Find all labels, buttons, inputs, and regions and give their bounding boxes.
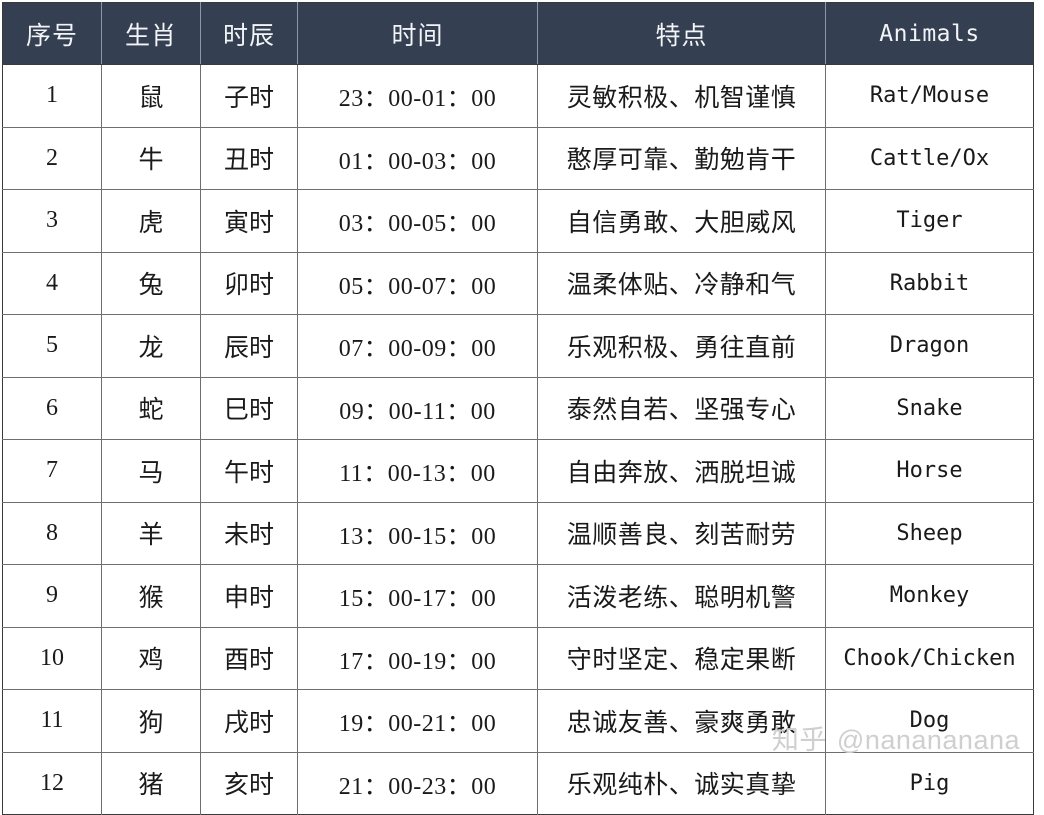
cell-traits: 自由奔放、洒脱坦诚 <box>537 439 826 503</box>
cell-zodiac: 狗 <box>101 689 201 753</box>
cell-time: 01：00-03：00 <box>297 127 538 190</box>
cell-index: 2 <box>2 127 102 190</box>
cell-index: 6 <box>2 377 102 440</box>
cell-index: 1 <box>2 64 102 128</box>
cell-animal: Tiger <box>825 189 1034 253</box>
cell-shichen: 寅时 <box>200 189 298 253</box>
cell-traits: 乐观积极、勇往直前 <box>537 314 826 378</box>
cell-traits: 活泼老练、聪明机警 <box>537 564 826 628</box>
cell-index: 4 <box>2 252 102 315</box>
column-header-animals: Animals <box>825 2 1034 65</box>
table-row: 12 猪亥时 21：00-23：00 乐观纯朴、诚实真挚 Pig <box>2 752 1034 815</box>
cell-animal: Snake <box>825 377 1034 440</box>
cell-time: 11：00-13：00 <box>297 439 538 503</box>
cell-zodiac: 龙 <box>101 314 201 378</box>
cell-time: 05：00-07：00 <box>297 252 538 315</box>
cell-animal: Pig <box>825 752 1034 815</box>
cell-traits: 憨厚可靠、勤勉肯干 <box>537 127 826 190</box>
cell-zodiac: 鸡 <box>101 627 201 690</box>
table-row: 7 马午时 11：00-13：00 自由奔放、洒脱坦诚 Horse <box>2 439 1034 503</box>
table-row: 9 猴申时 15：00-17：00 活泼老练、聪明机警 Monkey <box>2 564 1034 628</box>
cell-index: 9 <box>2 564 102 628</box>
cell-shichen: 戌时 <box>200 689 298 753</box>
cell-zodiac: 羊 <box>101 502 201 565</box>
cell-index: 7 <box>2 439 102 503</box>
cell-zodiac: 鼠 <box>101 64 201 128</box>
cell-time: 13：00-15：00 <box>297 502 538 565</box>
cell-traits: 泰然自若、坚强专心 <box>537 377 826 440</box>
table-row: 2 牛丑时 01：00-03：00 憨厚可靠、勤勉肯干 Cattle/Ox <box>2 127 1034 190</box>
table-row: 5 龙辰时 07：00-09：00 乐观积极、勇往直前 Dragon <box>2 314 1034 378</box>
cell-animal: Chook/Chicken <box>825 627 1034 690</box>
cell-animal: Dragon <box>825 314 1034 378</box>
cell-time: 23：00-01：00 <box>297 64 538 128</box>
cell-index: 3 <box>2 189 102 253</box>
column-header-zodiac: 生肖 <box>101 2 201 65</box>
cell-animal: Dog <box>825 689 1034 753</box>
cell-animal: Monkey <box>825 564 1034 628</box>
column-header-traits: 特点 <box>537 2 826 65</box>
cell-shichen: 酉时 <box>200 627 298 690</box>
cell-shichen: 巳时 <box>200 377 298 440</box>
cell-time: 19：00-21：00 <box>297 689 538 753</box>
table-row: 6 蛇巳时 09：00-11：00 泰然自若、坚强专心 Snake <box>2 377 1034 440</box>
cell-time: 09：00-11：00 <box>297 377 538 440</box>
cell-animal: Cattle/Ox <box>825 127 1034 190</box>
cell-shichen: 亥时 <box>200 752 298 815</box>
table-body: 1 鼠子时 23：00-01：00 灵敏积极、机智谨慎 Rat/Mouse 2 牛丑时 01：… <box>2 64 1034 815</box>
column-header-time: 时间 <box>297 2 538 65</box>
column-header-index: 序号 <box>2 2 102 65</box>
cell-animal: Sheep <box>825 502 1034 565</box>
cell-traits: 乐观纯朴、诚实真挚 <box>537 752 826 815</box>
zodiac-table-container: 序号 生肖 时辰 时间 特点 Animals 1 鼠子时 23：00-01：00 灵敏… <box>2 2 1034 815</box>
table-row: 1 鼠子时 23：00-01：00 灵敏积极、机智谨慎 Rat/Mouse <box>2 64 1034 128</box>
cell-shichen: 午时 <box>200 439 298 503</box>
cell-zodiac: 马 <box>101 439 201 503</box>
cell-zodiac: 猴 <box>101 564 201 628</box>
cell-shichen: 子时 <box>200 64 298 128</box>
cell-zodiac: 牛 <box>101 127 201 190</box>
cell-shichen: 辰时 <box>200 314 298 378</box>
column-header-shichen: 时辰 <box>200 2 298 65</box>
table-row: 4 兔卯时 05：00-07：00 温柔体贴、冷静和气 Rabbit <box>2 252 1034 315</box>
cell-shichen: 未时 <box>200 502 298 565</box>
cell-time: 15：00-17：00 <box>297 564 538 628</box>
table-row: 8 羊未时 13：00-15：00 温顺善良、刻苦耐劳 Sheep <box>2 502 1034 565</box>
cell-traits: 自信勇敢、大胆威风 <box>537 189 826 253</box>
cell-animal: Rabbit <box>825 252 1034 315</box>
cell-traits: 温柔体贴、冷静和气 <box>537 252 826 315</box>
cell-zodiac: 虎 <box>101 189 201 253</box>
cell-index: 11 <box>2 689 102 753</box>
table-header: 序号 生肖 时辰 时间 特点 Animals <box>2 2 1034 65</box>
cell-index: 10 <box>2 627 102 690</box>
table-row: 3 虎寅时 03：00-05：00 自信勇敢、大胆威风 Tiger <box>2 189 1034 253</box>
cell-shichen: 卯时 <box>200 252 298 315</box>
cell-traits: 忠诚友善、豪爽勇敢 <box>537 689 826 753</box>
cell-time: 17：00-19：00 <box>297 627 538 690</box>
cell-traits: 温顺善良、刻苦耐劳 <box>537 502 826 565</box>
cell-zodiac: 兔 <box>101 252 201 315</box>
cell-animal: Rat/Mouse <box>825 64 1034 128</box>
cell-zodiac: 蛇 <box>101 377 201 440</box>
cell-zodiac: 猪 <box>101 752 201 815</box>
cell-index: 12 <box>2 752 102 815</box>
cell-time: 07：00-09：00 <box>297 314 538 378</box>
chinese-zodiac-table: 序号 生肖 时辰 时间 特点 Animals 1 鼠子时 23：00-01：00 灵敏… <box>2 2 1034 815</box>
cell-time: 03：00-05：00 <box>297 189 538 253</box>
cell-shichen: 申时 <box>200 564 298 628</box>
cell-index: 5 <box>2 314 102 378</box>
cell-time: 21：00-23：00 <box>297 752 538 815</box>
cell-animal: Horse <box>825 439 1034 503</box>
cell-traits: 守时坚定、稳定果断 <box>537 627 826 690</box>
header-row: 序号 生肖 时辰 时间 特点 Animals <box>2 2 1034 65</box>
cell-shichen: 丑时 <box>200 127 298 190</box>
table-row: 10 鸡酉时 17：00-19：00 守时坚定、稳定果断 Chook/Chicken <box>2 627 1034 690</box>
cell-index: 8 <box>2 502 102 565</box>
cell-traits: 灵敏积极、机智谨慎 <box>537 64 826 128</box>
table-row: 11 狗戌时 19：00-21：00 忠诚友善、豪爽勇敢 Dog <box>2 689 1034 753</box>
